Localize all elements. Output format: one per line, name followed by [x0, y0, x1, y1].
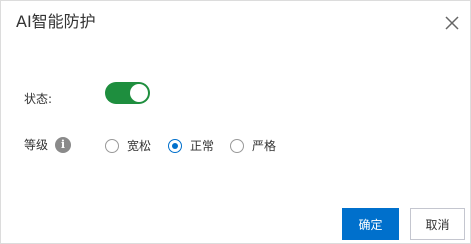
radio-label: 正常: [190, 139, 215, 153]
cancel-button[interactable]: 取消: [410, 208, 465, 240]
radio-circle: [105, 139, 119, 153]
radio-circle: [230, 139, 244, 153]
level-label: 等级: [24, 138, 49, 152]
dialog-title: AI智能防护: [16, 12, 96, 31]
close-icon: [445, 16, 459, 30]
radio-label: 严格: [252, 139, 277, 153]
close-button[interactable]: [442, 13, 462, 33]
confirm-button[interactable]: 确定: [342, 208, 399, 240]
status-label: 状态:: [24, 92, 53, 106]
toggle-knob: [130, 84, 148, 102]
status-toggle[interactable]: [105, 82, 150, 104]
radio-circle: [168, 139, 182, 153]
radio-label: 宽松: [127, 139, 152, 153]
info-icon[interactable]: i: [55, 137, 71, 153]
ai-protection-dialog: AI智能防护 状态: 等级 i 宽松 正常 严格 确定 取消: [0, 0, 471, 244]
